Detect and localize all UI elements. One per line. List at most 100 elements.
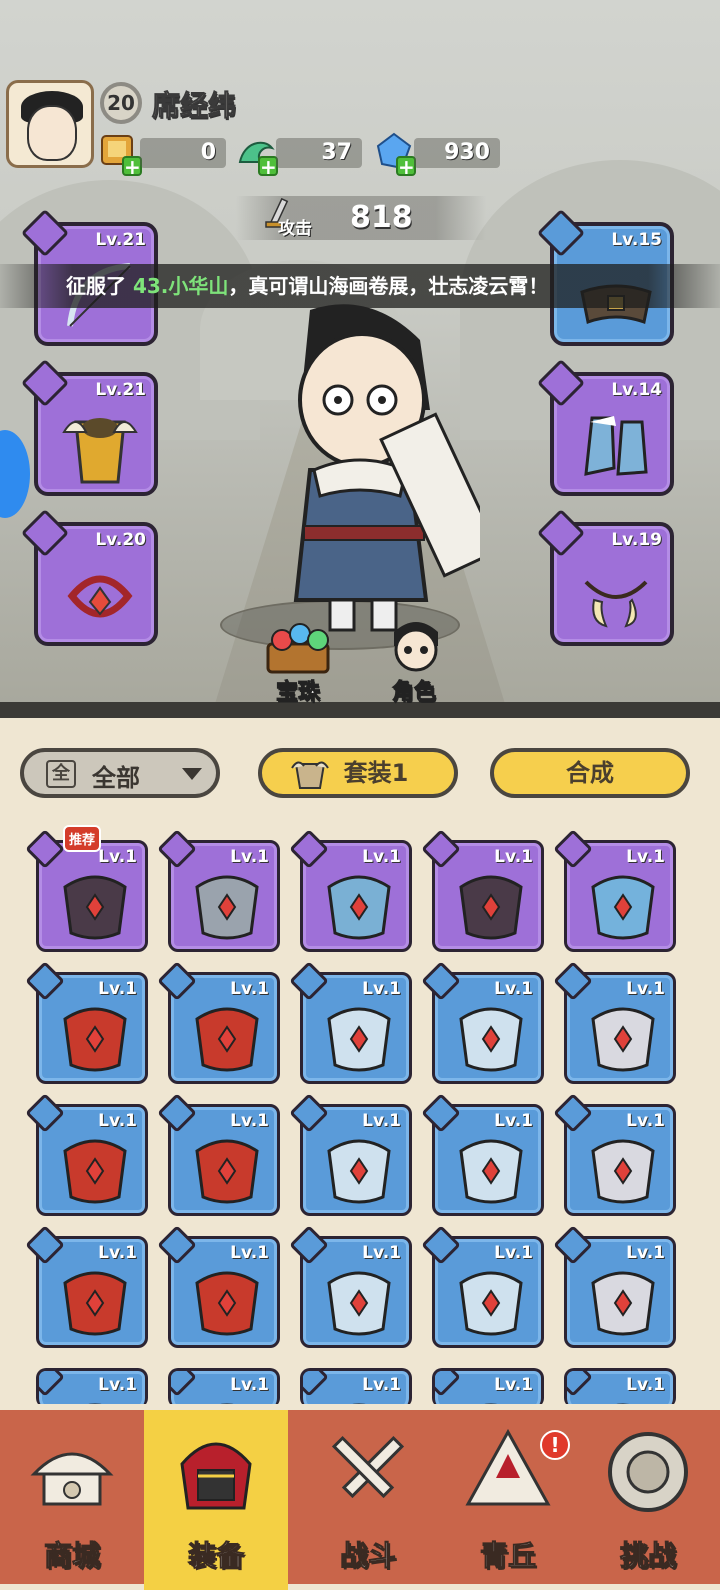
player-level: 20 — [107, 91, 135, 115]
player-avatar[interactable] — [6, 80, 94, 168]
hammer-icon — [195, 875, 259, 940]
armor-set-icon — [291, 761, 329, 789]
inventory-item[interactable]: Lv.1 — [36, 1368, 148, 1408]
equip-level: Lv.14 — [611, 380, 662, 400]
alert-badge: ! — [540, 1430, 570, 1460]
fang-necklace-icon — [584, 580, 648, 628]
character-portrait-icon[interactable] — [384, 612, 448, 676]
combine-button[interactable]: 合成 — [490, 748, 690, 798]
inventory-item[interactable]: Lv.1 — [157, 1093, 280, 1216]
nav-tab-qingqiu[interactable]: ! 青丘 — [436, 1410, 580, 1590]
item-level: Lv.1 — [626, 1111, 665, 1131]
inventory-item[interactable]: Lv.1 — [289, 961, 412, 1084]
recommend-badge: 推荐 — [63, 825, 102, 852]
filter-dropdown[interactable]: 全 全部 — [20, 748, 220, 798]
equip-level: Lv.19 — [611, 530, 662, 550]
nav-tab-equipment[interactable]: 装备 — [144, 1410, 288, 1590]
banner-suffix: ，真可谓山海画卷展，壮志凌云霄！ — [228, 274, 549, 298]
item-level: Lv.1 — [494, 1375, 533, 1395]
inventory-item[interactable]: Lv.1 — [553, 1225, 676, 1348]
add-jade-button[interactable]: + — [258, 156, 278, 177]
orb-chest-icon[interactable] — [262, 618, 336, 678]
filter-label: 全部 — [92, 764, 140, 792]
equip-slot-necklace[interactable]: Lv.19 — [536, 508, 674, 646]
attack-label: 攻击 — [278, 219, 312, 239]
equip-slot-armor[interactable]: Lv.21 — [20, 358, 158, 496]
fang-necklace-icon — [63, 1271, 127, 1336]
inventory-item[interactable]: Lv.1 — [421, 961, 544, 1084]
item-level: Lv.1 — [230, 847, 269, 867]
nav-label-challenge: 挑战 — [619, 1539, 676, 1573]
item-level: Lv.1 — [362, 1111, 401, 1131]
inventory-item[interactable]: Lv.1 — [157, 829, 280, 952]
slot-type-icon — [39, 1371, 65, 1397]
item-level: Lv.1 — [362, 1243, 401, 1263]
player-name: 席经纬 — [151, 89, 237, 123]
inventory-item[interactable]: Lv.1 — [25, 1225, 148, 1348]
attack-value: 818 — [350, 200, 413, 235]
inventory-item[interactable]: Lv.1 — [300, 1368, 412, 1408]
hammer-icon — [591, 1007, 655, 1072]
nav-tab-challenge[interactable]: 挑战 — [576, 1410, 720, 1590]
slot-type-icon — [303, 1371, 329, 1397]
player-level-badge: 20 — [100, 82, 142, 124]
item-level: Lv.1 — [626, 1243, 665, 1263]
banner-prefix: 征服了 — [66, 274, 126, 298]
equip-slot-bracelet[interactable]: Lv.20 — [20, 508, 158, 646]
red-bracelet-icon — [67, 575, 133, 618]
red-bracelet-icon — [327, 1139, 391, 1204]
slot-type-icon — [435, 1371, 461, 1397]
flower-slingshot-icon — [63, 1007, 127, 1072]
inventory-item[interactable]: Lv.1 — [421, 1225, 544, 1348]
item-level: Lv.1 — [494, 847, 533, 867]
item-level: Lv.1 — [98, 1243, 137, 1263]
equip-level: Lv.15 — [611, 230, 662, 250]
inventory-item[interactable]: Lv.1 — [421, 1093, 544, 1216]
add-scroll-coin-button[interactable]: + — [122, 156, 142, 177]
nav-tab-shop[interactable]: 商城 — [0, 1410, 144, 1590]
inventory-item[interactable]: Lv.1 — [553, 961, 676, 1084]
inventory-item[interactable]: Lv.1 — [289, 829, 412, 952]
inventory-item[interactable]: Lv.1 — [157, 1225, 280, 1348]
inventory-item[interactable]: Lv.1 — [564, 1368, 676, 1408]
scroll-coin-count: 0 — [140, 138, 226, 168]
equipment-set-button[interactable]: 套装1 — [258, 748, 458, 798]
inventory-item[interactable]: Lv.1 — [25, 961, 148, 1084]
inventory-item[interactable]: Lv.1 — [168, 1368, 280, 1408]
add-crystal-button[interactable]: + — [396, 156, 416, 177]
item-level: Lv.1 — [626, 1375, 665, 1395]
shop-icon — [30, 1452, 114, 1506]
nav-tab-battle[interactable]: 战斗 — [296, 1410, 440, 1590]
inventory-item[interactable]: Lv.1 — [421, 829, 544, 952]
item-level: Lv.1 — [362, 847, 401, 867]
bottom-navigation: 商城 装备 战斗 ! 青丘 挑战 — [0, 1404, 720, 1590]
challenge-medallion-icon — [608, 1432, 688, 1512]
nav-label-shop: 商城 — [43, 1539, 100, 1573]
equip-level: Lv.21 — [95, 380, 146, 400]
ice-bracelet-icon — [591, 875, 655, 940]
inventory-item[interactable]: Lv.1 推荐 — [25, 825, 148, 952]
crossed-swords-icon — [331, 1435, 405, 1499]
item-level: Lv.1 — [98, 1111, 137, 1131]
dark-belt-icon — [63, 875, 127, 940]
equip-slot-boots[interactable]: Lv.14 — [536, 358, 674, 496]
inventory-item[interactable]: Lv.1 — [432, 1368, 544, 1408]
slot-type-icon — [567, 1371, 593, 1397]
orb-button-label[interactable]: 宝珠 — [275, 674, 320, 706]
banner-location: 43.小华山 — [132, 274, 229, 298]
inventory-item[interactable]: Lv.1 — [157, 961, 280, 1084]
flower-slingshot-icon — [195, 1007, 259, 1072]
inventory-item[interactable]: Lv.1 — [289, 1093, 412, 1216]
hero-character[interactable] — [250, 300, 480, 640]
character-button-label[interactable]: 角色 — [391, 674, 436, 706]
item-level: Lv.1 — [494, 1243, 533, 1263]
golden-armor-icon — [62, 418, 138, 484]
frost-belt-icon — [591, 1271, 655, 1336]
nav-label-battle: 战斗 — [339, 1539, 396, 1573]
inventory-item[interactable]: Lv.1 — [553, 1093, 676, 1216]
lotus-belt-icon — [459, 1271, 523, 1336]
inventory-item[interactable]: Lv.1 — [289, 1225, 412, 1348]
inventory-item[interactable]: Lv.1 — [25, 1093, 148, 1216]
inventory-item[interactable]: Lv.1 — [553, 829, 676, 952]
frost-armor-icon — [327, 875, 391, 940]
